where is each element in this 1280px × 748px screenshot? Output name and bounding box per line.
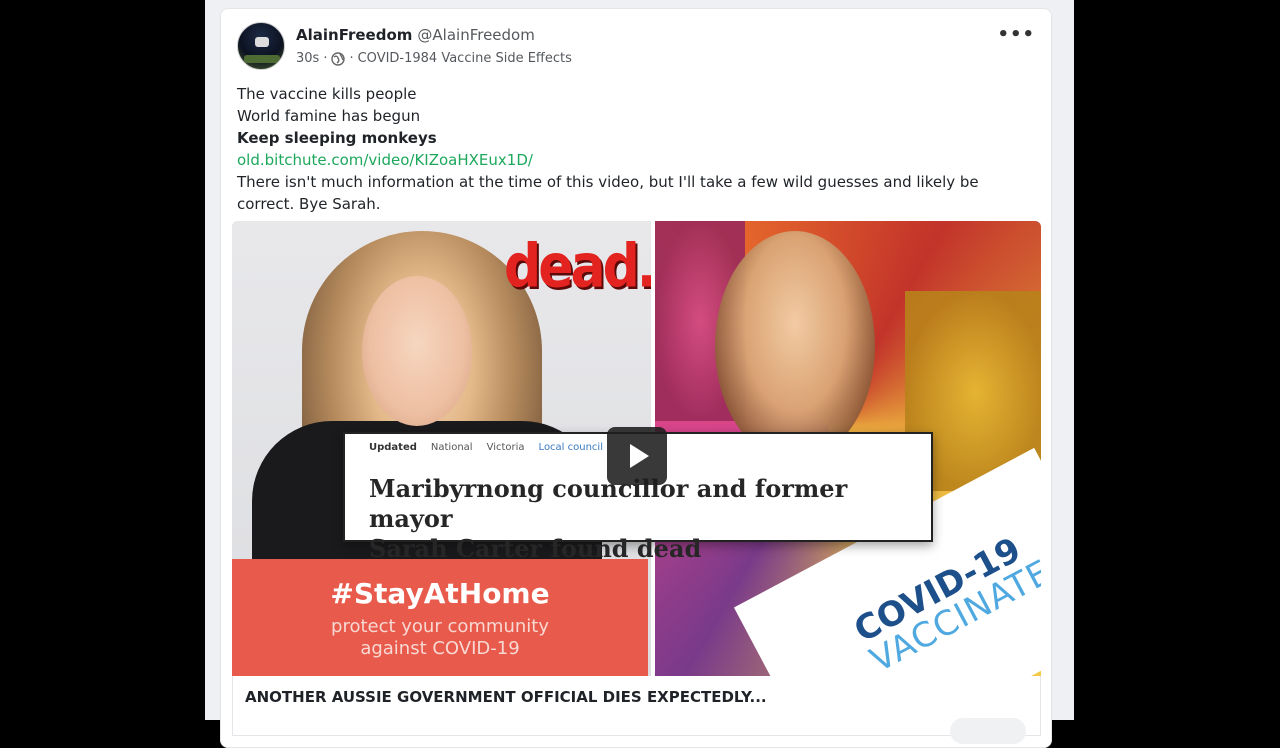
- stay-title: #StayAtHome: [330, 577, 550, 610]
- author-handle[interactable]: @AlainFreedom: [417, 26, 534, 44]
- post-line-2: World famine has begun: [237, 107, 421, 125]
- video-link[interactable]: old.bitchute.com/video/KIZoaHXEux1D/: [237, 151, 533, 169]
- post-line-3: Keep sleeping monkeys: [237, 129, 437, 147]
- meta-separator-2: ·: [349, 51, 354, 66]
- post-card: AlainFreedom @AlainFreedom 30s · · COVID-…: [220, 8, 1052, 748]
- headline-tags: Updated National Victoria Local council: [369, 442, 603, 453]
- more-options-icon[interactable]: •••: [997, 24, 1035, 45]
- stay-sub-1: protect your community: [331, 616, 549, 637]
- stay-sub-2: against COVID-19: [360, 638, 520, 659]
- caption-title: ANOTHER AUSSIE GOVERNMENT OFFICIAL DIES …: [245, 688, 767, 706]
- video-caption[interactable]: ANOTHER AUSSIE GOVERNMENT OFFICIAL DIES …: [232, 676, 1041, 744]
- caption-pill[interactable]: [950, 718, 1026, 744]
- post-line-1: The vaccine kills people: [237, 85, 417, 103]
- headline-title: Maribyrnong councillor and former mayor …: [369, 474, 848, 563]
- play-button[interactable]: [607, 427, 667, 485]
- dead-label: dead.: [504, 232, 657, 302]
- author-avatar[interactable]: [237, 22, 285, 70]
- channel-link[interactable]: COVID-1984 Vaccine Side Effects: [358, 51, 572, 66]
- stay-at-home-banner: #StayAtHome protect your community again…: [232, 559, 648, 676]
- globe-icon: [331, 51, 346, 66]
- post-meta: 30s · · COVID-1984 Vaccine Side Effects: [296, 51, 572, 66]
- author-name[interactable]: AlainFreedom: [296, 26, 412, 44]
- post-body: The vaccine kills people World famine ha…: [237, 83, 1017, 215]
- post-line-4: There isn't much information at the time…: [237, 173, 979, 213]
- post-time[interactable]: 30s: [296, 51, 319, 66]
- play-icon: [629, 444, 649, 468]
- author-line: AlainFreedom @AlainFreedom: [296, 26, 535, 44]
- meta-separator: ·: [323, 51, 328, 66]
- video-thumbnail[interactable]: dead. #StayAtHome protect your community…: [232, 221, 1041, 676]
